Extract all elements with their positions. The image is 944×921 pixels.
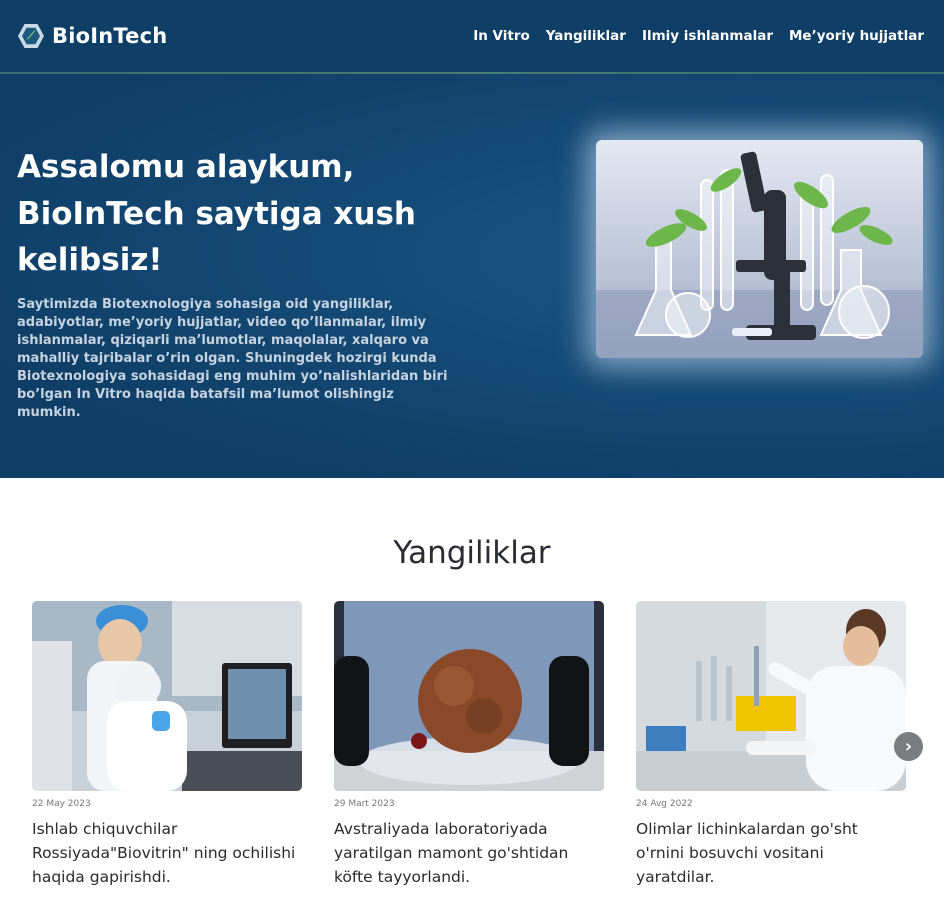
news-heading: Yangiliklar [393,535,551,571]
hero-lab-image [596,140,923,358]
news-card[interactable]: 24 Avg 2022 Olimlar lichinkalardan go'sh… [636,601,906,889]
nav-item-in-vitro[interactable]: In Vitro [473,28,530,44]
brand-name: BioInTech [52,24,168,48]
news-card[interactable]: 22 May 2023 Ishlab chiquvchilar Rossiyad… [32,601,302,889]
brand-link[interactable]: ⟋ BioInTech [16,21,167,51]
news-card-image[interactable] [334,601,604,791]
news-card-image[interactable] [636,601,906,791]
news-card-title[interactable]: Ishlab chiquvchilar Rossiyada"Biovitrin"… [32,817,302,889]
hero-title: Assalomu alaykum, BioInTech saytiga xush… [17,149,417,278]
carousel-next-button[interactable]: › [894,732,923,761]
news-card[interactable]: 29 Mart 2023 Avstraliyada laboratoriyada… [334,601,604,889]
brand-logo-icon: ⟋ [16,21,46,51]
nav-item-yangiliklar[interactable]: Yangiliklar [546,28,626,44]
news-card-date: 29 Mart 2023 [334,799,395,809]
news-card-date: 22 May 2023 [32,799,91,809]
chevron-right-icon: › [904,735,913,757]
site-header: ⟋ BioInTech In Vitro Yangiliklar Ilmiy i… [0,0,944,74]
nav-item-meyoriy-hujjatlar[interactable]: Me’yoriy hujjatlar [789,28,924,44]
news-card-title[interactable]: Avstraliyada laboratoriyada yaratilgan m… [334,817,604,889]
nav-item-ilmiy-ishlanmalar[interactable]: Ilmiy ishlanmalar [642,28,773,44]
news-card-title[interactable]: Olimlar lichinkalardan go'sht o'rnini bo… [636,817,906,889]
news-card-image[interactable] [32,601,302,791]
main-nav: In Vitro Yangiliklar Ilmiy ishlanmalar M… [473,28,924,44]
hero-description: Saytimizda Biotexnologiya sohasiga oid y… [17,297,448,420]
news-card-date: 24 Avg 2022 [636,799,693,809]
hero-section: Assalomu alaykum, BioInTech saytiga xush… [0,74,944,478]
